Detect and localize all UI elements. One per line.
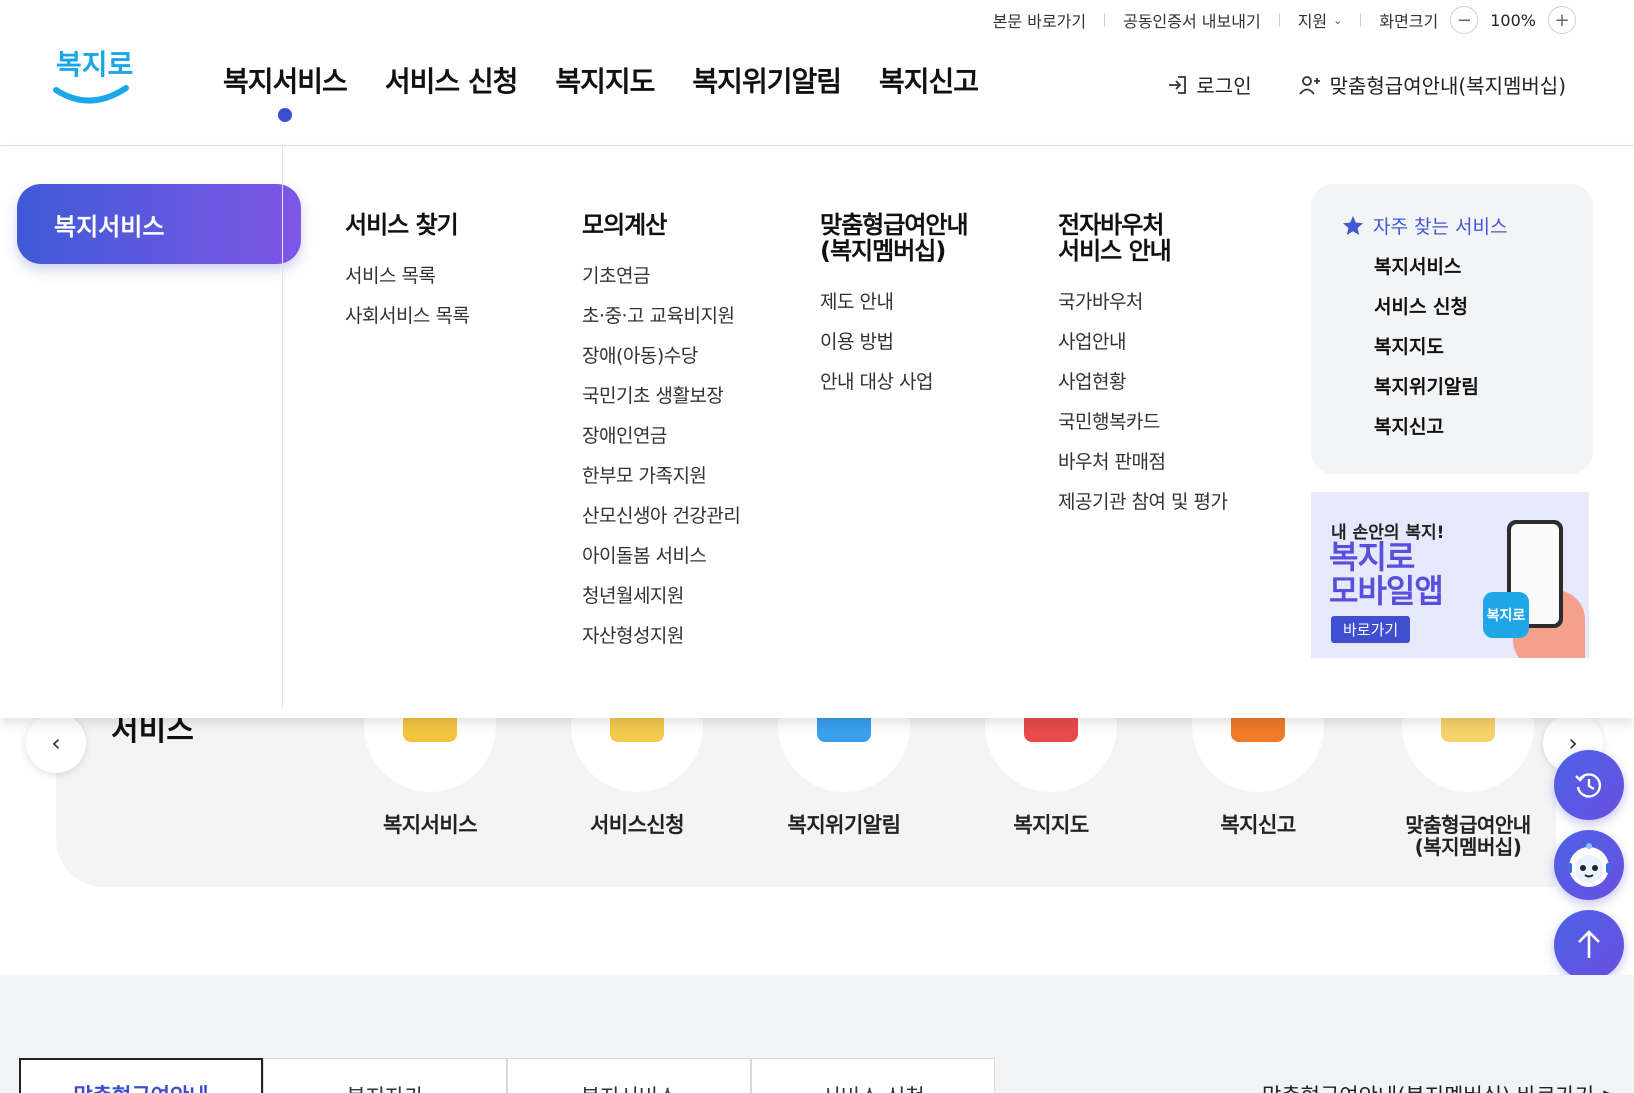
mega-col-find-service: 서비스 찾기 서비스 목록 사회서비스 목록 xyxy=(345,212,565,336)
chevron-left-icon: ‹ xyxy=(51,729,61,757)
zoom-level: 100% xyxy=(1490,10,1536,30)
scroll-top-button[interactable] xyxy=(1554,910,1624,980)
menu-link[interactable]: 아이돌봄 서비스 xyxy=(582,536,802,576)
quick-item-label: 복지위기알림 xyxy=(787,813,901,837)
bottom-tabs: 맞춤형급여안내 복지자가 복지서비스 서비스 신청 xyxy=(19,1058,995,1093)
menu-link[interactable]: 사업현황 xyxy=(1058,362,1278,402)
mega-col-title: 맞춤형급여안내 (복지멤버십) xyxy=(820,211,969,265)
menu-link[interactable]: 청년월세지원 xyxy=(582,576,802,616)
login-label: 로그인 xyxy=(1196,74,1252,98)
app-icon: 복지로 xyxy=(1483,592,1529,638)
screen-size-label: 화면크기 xyxy=(1379,12,1439,31)
menu-link[interactable]: 자산형성지원 xyxy=(582,616,802,656)
favorite-link[interactable]: 복지위기알림 xyxy=(1374,367,1563,407)
chevron-down-icon: ⌄ xyxy=(1333,13,1343,27)
favorite-title-label: 자주 찾는 서비스 xyxy=(1373,216,1508,238)
menu-link[interactable]: 바우처 판매점 xyxy=(1058,442,1278,482)
tab-welfare-service[interactable]: 복지서비스 xyxy=(507,1058,751,1093)
support-dropdown[interactable]: 지원 ⌄ xyxy=(1298,8,1343,32)
favorite-link[interactable]: 서비스 신청 xyxy=(1374,287,1563,327)
zoom-out-button[interactable]: − xyxy=(1450,6,1479,34)
menu-link[interactable]: 안내 대상 사업 xyxy=(820,362,1040,402)
mobile-app-banner[interactable]: 내 손안의 복지! 복지로 모바일앱 바로가기 복지로 xyxy=(1311,492,1589,658)
menu-link[interactable]: 사회서비스 목록 xyxy=(345,296,565,336)
menu-link[interactable]: 제공기관 참여 및 평가 xyxy=(1058,482,1278,522)
menu-link[interactable]: 국민기초 생활보장 xyxy=(582,376,802,416)
mega-col-voucher: 전자바우처 서비스 안내 국가바우처 사업안내 사업현황 국민행복카드 바우처 … xyxy=(1058,212,1278,522)
quick-prev-button[interactable]: ‹ xyxy=(26,713,86,773)
quick-item-label: 복지지도 xyxy=(1013,813,1089,837)
membership-label: 맞춤형급여안내(복지멤버십) xyxy=(1329,74,1566,98)
mega-col-simulation: 모의계산 기초연금 초·중·고 교육비지원 장애(아동)수당 국민기초 생활보장… xyxy=(582,212,802,656)
nav-welfare-report[interactable]: 복지신고 xyxy=(879,60,979,100)
login-button[interactable]: 로그인 xyxy=(1166,70,1252,99)
nav-welfare-map[interactable]: 복지지도 xyxy=(555,60,655,100)
menu-link[interactable]: 서비스 목록 xyxy=(345,256,565,296)
menu-link[interactable]: 국민행복카드 xyxy=(1058,402,1278,442)
favorite-link[interactable]: 복지지도 xyxy=(1374,327,1563,367)
skip-to-content-link[interactable]: 본문 바로가기 xyxy=(993,8,1086,32)
mega-col-title: 서비스 찾기 xyxy=(345,211,459,239)
menu-link[interactable]: 이용 방법 xyxy=(820,322,1040,362)
menu-link[interactable]: 장애인연금 xyxy=(582,416,802,456)
utility-bar: 본문 바로가기 공동인증서 내보내기 지원 ⌄ 화면크기 − 100% + xyxy=(993,0,1634,40)
chatbot-button[interactable] xyxy=(1554,830,1624,900)
tab-service-apply[interactable]: 서비스 신청 xyxy=(751,1058,995,1093)
mega-col-membership: 맞춤형급여안내 (복지멤버십) 제도 안내 이용 방법 안내 대상 사업 xyxy=(820,212,1040,402)
svg-text:복지로: 복지로 xyxy=(56,48,133,81)
header-actions: 로그인 맞춤형급여안내(복지멤버십) xyxy=(1166,70,1566,99)
arrow-up-icon xyxy=(1578,930,1600,958)
menu-link[interactable]: 한부모 가족지원 xyxy=(582,456,802,496)
nav-crisis-alert[interactable]: 복지위기알림 xyxy=(692,60,842,100)
mega-col-title: 모의계산 xyxy=(582,211,667,239)
chatbot-icon xyxy=(1567,843,1611,887)
membership-button[interactable]: 맞춤형급여안내(복지멤버십) xyxy=(1298,70,1566,99)
smile-logo-icon: 복지로 xyxy=(53,48,133,104)
quick-item-label: 복지신고 xyxy=(1220,813,1296,837)
banner-title-line2: 모바일앱 xyxy=(1329,572,1444,610)
quick-item-label: 서비스신청 xyxy=(589,813,685,837)
banner-go-button[interactable]: 바로가기 xyxy=(1331,616,1411,643)
favorite-link[interactable]: 복지서비스 xyxy=(1374,247,1563,287)
menu-link[interactable]: 산모신생아 건강관리 xyxy=(582,496,802,536)
menu-link[interactable]: 초·중·고 교육비지원 xyxy=(582,296,802,336)
tab-membership[interactable]: 맞춤형급여안내 xyxy=(19,1058,263,1093)
membership-shortcut-link[interactable]: 맞춤형급여안내(복지멤버십) 바로가기 > xyxy=(1262,1080,1618,1093)
tab-self-check[interactable]: 복지자가 xyxy=(263,1058,507,1093)
mega-menu-divider xyxy=(282,146,283,708)
menu-link[interactable]: 기초연금 xyxy=(582,256,802,296)
banner-title-line1: 복지로 xyxy=(1329,538,1415,576)
star-icon xyxy=(1343,215,1363,235)
zoom-in-button[interactable]: + xyxy=(1548,6,1576,34)
quick-item-label: 맞춤형급여안내 (복지멤버십) xyxy=(1405,813,1531,859)
divider xyxy=(1360,13,1362,27)
favorite-link[interactable]: 복지신고 xyxy=(1374,407,1563,447)
export-cert-link[interactable]: 공동인증서 내보내기 xyxy=(1123,8,1261,32)
menu-link[interactable]: 장애(아동)수당 xyxy=(582,336,802,376)
divider xyxy=(1278,13,1280,27)
menu-link[interactable]: 국가바우처 xyxy=(1058,282,1278,322)
history-icon xyxy=(1575,773,1602,798)
quick-item-label: 복지서비스 xyxy=(382,813,478,837)
site-logo[interactable]: 복지로 xyxy=(52,42,138,112)
screen-size-control: 화면크기 − 100% + xyxy=(1379,6,1576,34)
support-label: 지원 xyxy=(1297,12,1328,31)
divider xyxy=(1104,13,1106,27)
mega-menu: 복지서비스 서비스 찾기 서비스 목록 사회서비스 목록 모의계산 기초연금 초… xyxy=(0,146,1634,718)
favorite-title: 자주 찾는 서비스 xyxy=(1341,212,1563,239)
favorite-services: 자주 찾는 서비스 복지서비스 서비스 신청 복지지도 복지위기알림 복지신고 xyxy=(1311,184,1593,474)
banner-title: 복지로 모바일앱 xyxy=(1329,538,1444,610)
menu-link[interactable]: 제도 안내 xyxy=(820,282,1040,322)
main-nav: 복지서비스 서비스 신청 복지지도 복지위기알림 복지신고 xyxy=(223,60,979,100)
mega-menu-category[interactable]: 복지서비스 xyxy=(17,184,301,264)
menu-link[interactable]: 사업안내 xyxy=(1058,322,1278,362)
login-icon xyxy=(1169,75,1187,94)
user-plus-icon xyxy=(1298,75,1320,95)
nav-welfare-service[interactable]: 복지서비스 xyxy=(223,60,348,100)
mega-col-title: 전자바우처 서비스 안내 xyxy=(1058,211,1172,265)
recent-history-button[interactable] xyxy=(1554,750,1624,820)
nav-service-apply[interactable]: 서비스 신청 xyxy=(385,60,519,100)
